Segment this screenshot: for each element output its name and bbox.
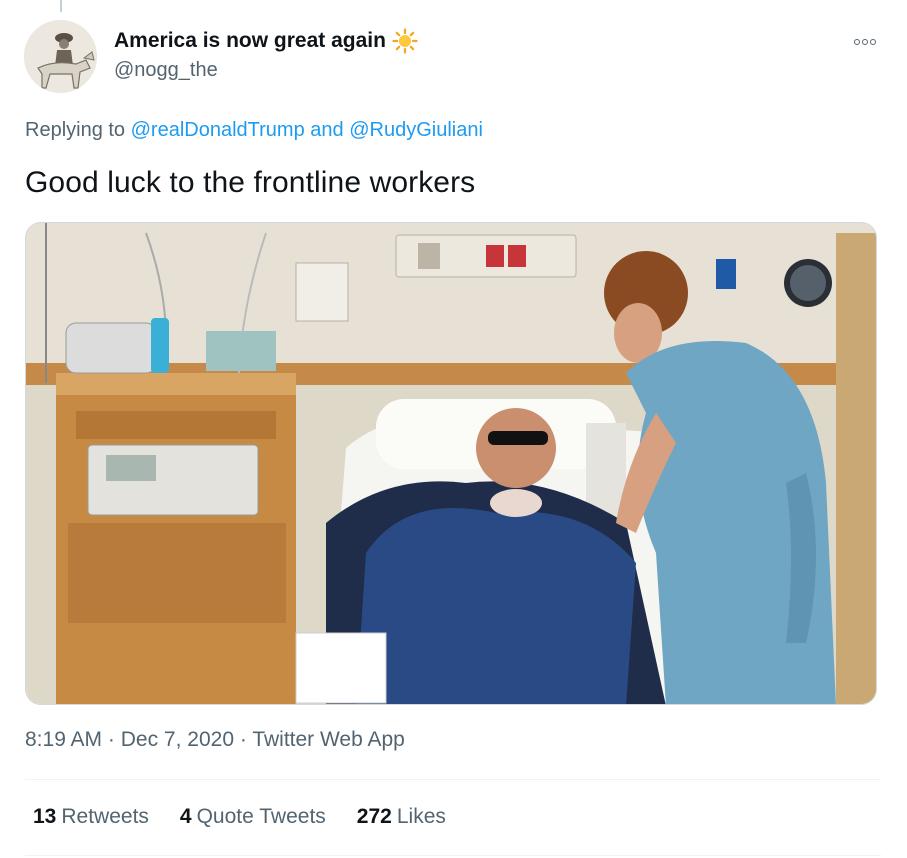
replying-to-line: Replying to @realDonaldTrump and @RudyGi… <box>25 119 483 142</box>
avatar-image <box>24 20 97 93</box>
tweet-text: Good luck to the frontline workers <box>25 166 476 199</box>
replying-conjunction: and <box>310 119 344 141</box>
retweets-count: 13 <box>33 805 57 828</box>
hospital-photo <box>26 223 876 704</box>
sun-icon <box>392 28 418 54</box>
tweet-timestamp-line: 8:19 AM · Dec 7, 2020 · Twitter Web App <box>25 728 405 752</box>
quote-tweets-count: 4 <box>179 805 192 828</box>
tweet-source-link[interactable]: Twitter Web App <box>252 728 405 751</box>
retweets-stat[interactable]: 13 Retweets <box>33 805 149 829</box>
mention-link-realdonaldtrump[interactable]: @realDonaldTrump <box>131 119 305 141</box>
quote-tweets-stat[interactable]: 4 Quote Tweets <box>180 805 326 829</box>
author-display-name[interactable]: America is now great again <box>114 28 418 54</box>
display-name-text[interactable]: America is now great again <box>114 29 386 53</box>
more-options-button[interactable] <box>851 34 879 50</box>
retweets-label: Retweets <box>61 805 149 828</box>
likes-label: Likes <box>396 805 446 828</box>
divider <box>25 855 881 856</box>
thread-connector-line <box>60 0 62 12</box>
tweet-photo[interactable] <box>25 222 877 705</box>
tweet-date[interactable]: Dec 7, 2020 <box>121 728 234 751</box>
quote-tweets-label: Quote Tweets <box>196 805 326 828</box>
divider <box>25 779 881 780</box>
more-dot-icon <box>862 39 868 45</box>
likes-count: 272 <box>356 805 392 828</box>
tweet-time[interactable]: 8:19 AM <box>25 728 102 751</box>
meta-separator: · <box>239 728 247 751</box>
engagement-stats: 13 Retweets 4 Quote Tweets 272 Likes <box>33 805 446 829</box>
more-dot-icon <box>870 39 876 45</box>
avatar[interactable] <box>24 20 97 93</box>
mention-link-rudygiuliani[interactable]: @RudyGiuliani <box>349 119 483 141</box>
author-handle[interactable]: @nogg_the <box>114 59 218 82</box>
replying-prefix: Replying to <box>25 119 126 141</box>
likes-stat[interactable]: 272 Likes <box>357 805 446 829</box>
more-dot-icon <box>854 39 860 45</box>
meta-separator: · <box>107 728 115 751</box>
